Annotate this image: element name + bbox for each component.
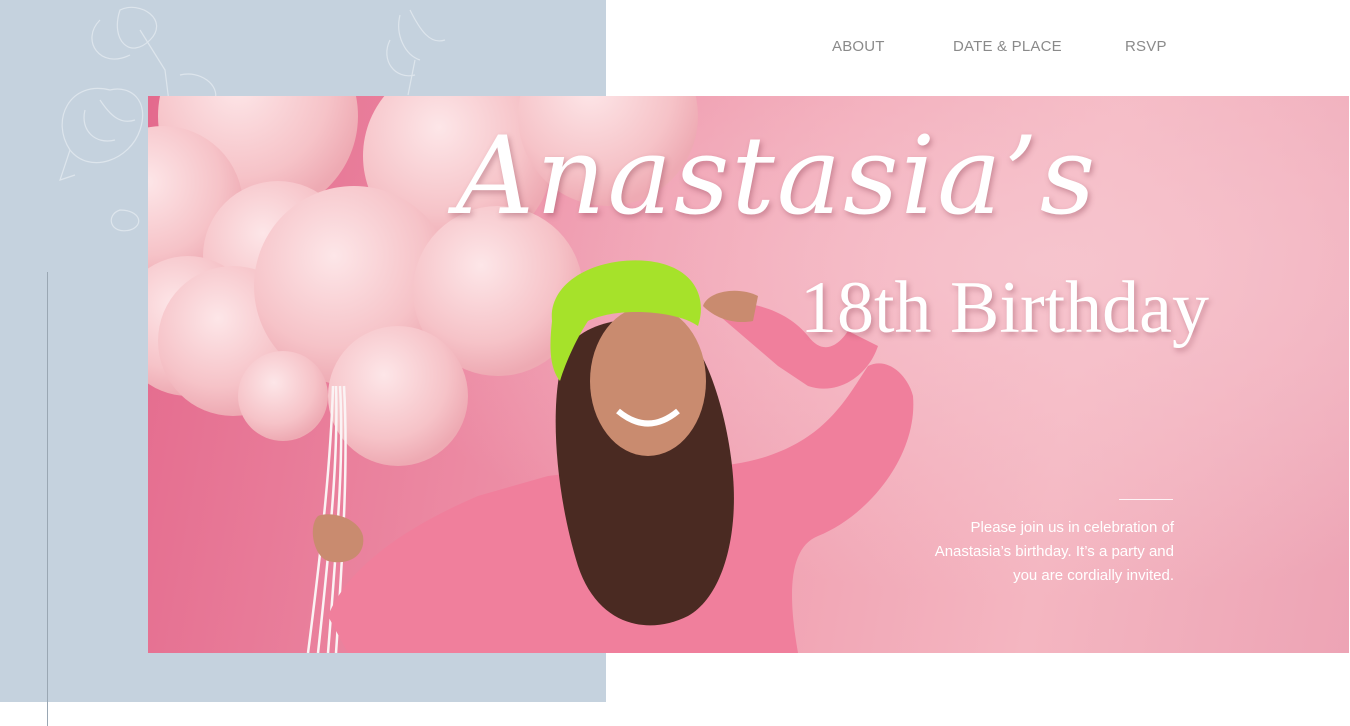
top-navigation: ABOUT DATE & PLACE RSVP: [606, 38, 1350, 58]
page: ABOUT DATE & PLACE RSVP Anastasia’s 18th…: [0, 0, 1350, 726]
nav-rsvp-link[interactable]: RSVP: [1125, 38, 1167, 55]
invitation-text: Please join us in celebration of Anastas…: [934, 519, 1174, 584]
hero-divider: [1119, 499, 1173, 500]
hero-title-script: Anastasia’s: [456, 114, 1098, 239]
nav-date-place-link[interactable]: DATE & PLACE: [953, 38, 1062, 55]
hero-banner: Anastasia’s 18th Birthday Please join us…: [148, 96, 1349, 653]
vertical-divider-line: [47, 272, 48, 726]
hero-subtitle: 18th Birthday: [800, 267, 1210, 349]
nav-about-link[interactable]: ABOUT: [832, 38, 885, 55]
